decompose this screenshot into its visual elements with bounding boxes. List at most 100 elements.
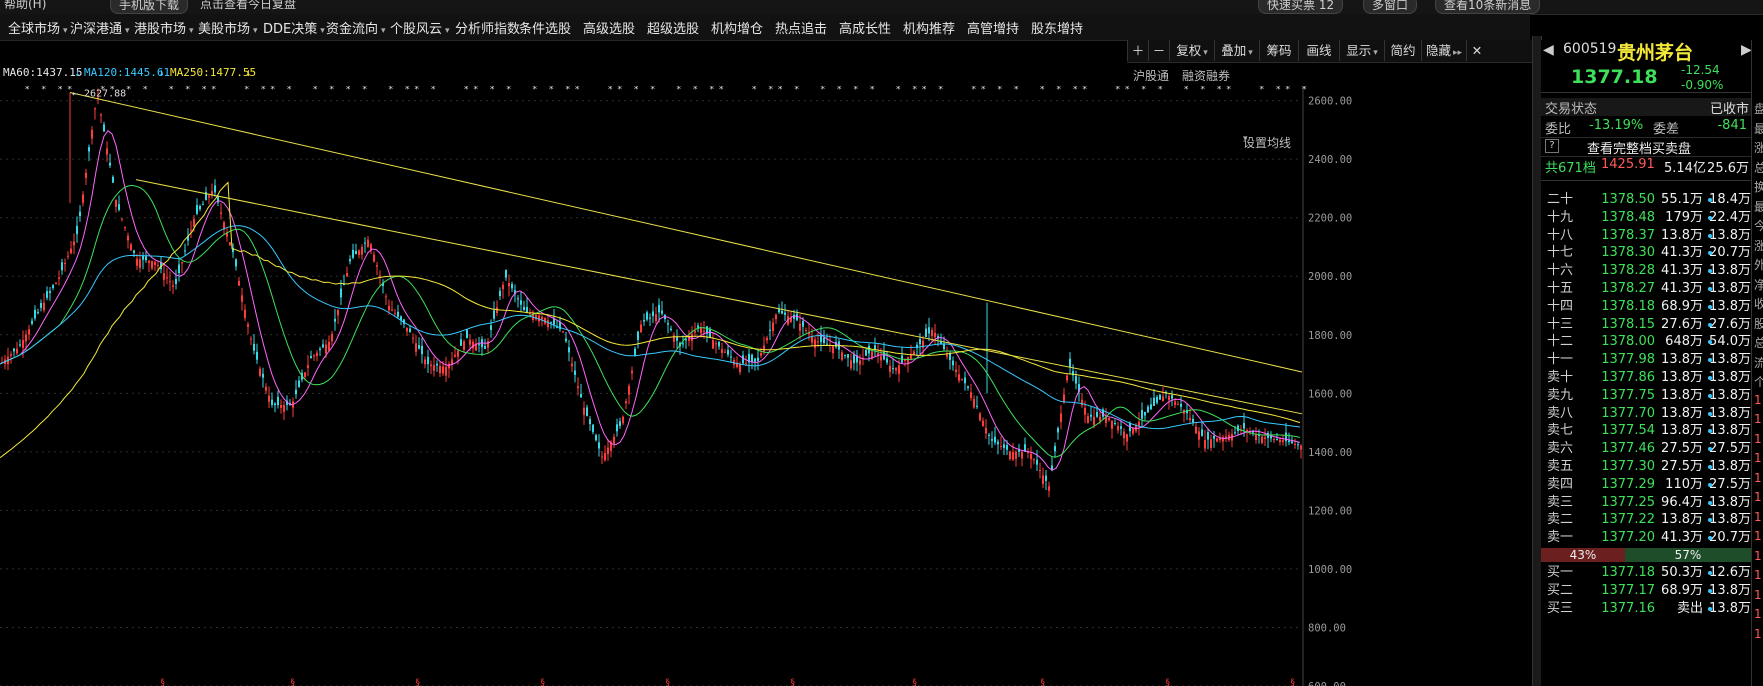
candle-body: [577, 386, 579, 389]
restore-rights-dropdown[interactable]: 复权 ▾: [1169, 40, 1214, 61]
candle-body: [202, 204, 204, 206]
review-link[interactable]: 点击查看今日复盘: [200, 0, 296, 12]
candle-body: [1192, 418, 1194, 423]
candle-body: [256, 351, 258, 360]
candle-body: [328, 341, 330, 351]
candle-body: [832, 345, 834, 354]
candle-body: [667, 323, 669, 325]
candle-body: [316, 352, 318, 357]
event-marker-icon: *: [126, 86, 131, 95]
menu-item-13[interactable]: 高成长性: [839, 18, 891, 37]
menu-item-8[interactable]: 条件选股: [519, 18, 571, 37]
event-marker-icon: *: [1158, 86, 1163, 95]
top-strip: 帮助(H) 手机版下载 点击查看今日复盘 快速买票 12 多窗口 查看10条新消…: [0, 0, 1763, 15]
side-label: 1: [1754, 451, 1762, 465]
event-marker-icon: *: [922, 86, 927, 95]
menu-item-9[interactable]: 高级选股: [583, 18, 635, 37]
candle-body: [247, 324, 249, 327]
event-marker-icon: *: [362, 86, 367, 95]
candle-body: [997, 441, 999, 445]
candle-body: [1216, 438, 1218, 442]
menu-item-1[interactable]: 沪深港通 ▾: [70, 18, 130, 37]
menu-item-0[interactable]: 全球市场 ▾: [8, 18, 68, 37]
menu-item-7[interactable]: 分析师指数: [455, 18, 520, 37]
side-label: 1: [1754, 509, 1762, 524]
menu-item-14[interactable]: 机构推荐: [903, 18, 955, 37]
menu-item-15[interactable]: 高管增持: [967, 18, 1019, 37]
event-marker-icon: *: [313, 86, 318, 95]
close-icon[interactable]: ✕: [1466, 40, 1487, 61]
event-marker-icon: *: [650, 86, 655, 95]
zoom-in-button[interactable]: ＋: [1127, 40, 1148, 61]
candle-body: [811, 336, 813, 343]
menu-item-2[interactable]: 港股市场 ▾: [134, 18, 194, 37]
menu-item-3[interactable]: 美股市场 ▾: [198, 18, 258, 37]
draw-line-button[interactable]: 画线: [1298, 40, 1339, 61]
candle-body: [163, 273, 165, 280]
menu-item-5[interactable]: 资金流向 ▾: [326, 18, 386, 37]
candle-body: [1036, 459, 1038, 465]
candle-body: [634, 348, 636, 356]
candle-body: [919, 338, 921, 345]
side-label: 总: [1754, 336, 1763, 350]
event-marker-icon: *: [506, 86, 511, 95]
candle-body: [574, 370, 576, 375]
menu-item-16[interactable]: 股东增持: [1031, 18, 1083, 37]
candle-body: [925, 328, 927, 338]
simple-mode-button[interactable]: 简约: [1384, 40, 1421, 61]
candle-body: [1096, 412, 1098, 417]
tab-hk-connect[interactable]: 沪股通: [1133, 67, 1169, 84]
candle-body: [1108, 417, 1110, 420]
candle-body: [652, 311, 654, 317]
menu-item-10[interactable]: 超级选股: [647, 18, 699, 37]
menu-item-6[interactable]: 个股风云 ▾: [390, 18, 450, 37]
candle-body: [781, 310, 783, 314]
candle-body: [277, 396, 279, 406]
candle-body: [1087, 416, 1089, 423]
candle-body: [373, 254, 375, 262]
kline-chart[interactable]: 2600.00 2400.00 2200.00 2000.00 1800.00 1600.…: [0, 86, 1360, 686]
dot-icon: [1708, 287, 1712, 291]
menu-item-4[interactable]: DDE决策 ▾: [263, 18, 325, 37]
order-book-row[interactable]: 买三 1377.16 卖出 13.8万: [1541, 599, 1751, 619]
side-info-strip: 盘最涨总换最今涨外净收股总流个1111111111111: [1751, 40, 1763, 686]
order-book-row[interactable]: 卖一 1377.20 41.3万 20.7万: [1541, 528, 1751, 548]
candle-body: [1066, 375, 1068, 381]
dot-icon: [1708, 215, 1712, 220]
candle-body: [415, 343, 417, 352]
messages-button[interactable]: 查看10条新消息: [1435, 0, 1541, 14]
menu-item-12[interactable]: 热点追击: [775, 18, 827, 37]
hide-panel-button[interactable]: 隐藏 ▸▸: [1421, 40, 1466, 61]
event-marker-icon: *: [405, 86, 410, 95]
quick-buy-button[interactable]: 快速买票 12: [1258, 0, 1344, 14]
event-marker-icon: *: [41, 86, 46, 95]
menu-item-11[interactable]: 机构增仓: [711, 18, 763, 37]
event-marker-icon: *: [211, 86, 216, 95]
event-marker-icon: *: [490, 86, 495, 95]
help-menu[interactable]: 帮助(H): [4, 0, 46, 12]
candle-body: [25, 334, 27, 342]
multi-window-button[interactable]: 多窗口: [1363, 0, 1418, 14]
candle-body: [196, 205, 198, 214]
event-marker-icon: *: [346, 86, 351, 95]
tab-margin[interactable]: 融资融券: [1182, 67, 1230, 84]
high-annotation: ←: [72, 88, 78, 99]
overlay-dropdown[interactable]: 叠加 ▾: [1214, 40, 1259, 61]
candle-body: [238, 280, 240, 286]
candle-body: [190, 229, 192, 231]
candle-body: [1030, 453, 1032, 460]
display-dropdown[interactable]: 显示 ▾: [1339, 40, 1384, 61]
candle-body: [1276, 438, 1278, 440]
event-marker-icon: *: [820, 86, 825, 95]
candle-body: [763, 345, 765, 353]
dot-icon: [1708, 482, 1712, 487]
candle-body: [52, 285, 54, 288]
side-label: 1: [1754, 529, 1762, 543]
candle-body: [73, 241, 75, 246]
chips-button[interactable]: 筹码: [1259, 40, 1298, 61]
mobile-download-button[interactable]: 手机版下载: [110, 0, 189, 14]
chevron-down-icon: ▾: [445, 26, 450, 36]
candle-body: [517, 298, 519, 300]
zoom-out-button[interactable]: －: [1148, 40, 1169, 61]
event-marker-icon: *: [565, 86, 570, 95]
